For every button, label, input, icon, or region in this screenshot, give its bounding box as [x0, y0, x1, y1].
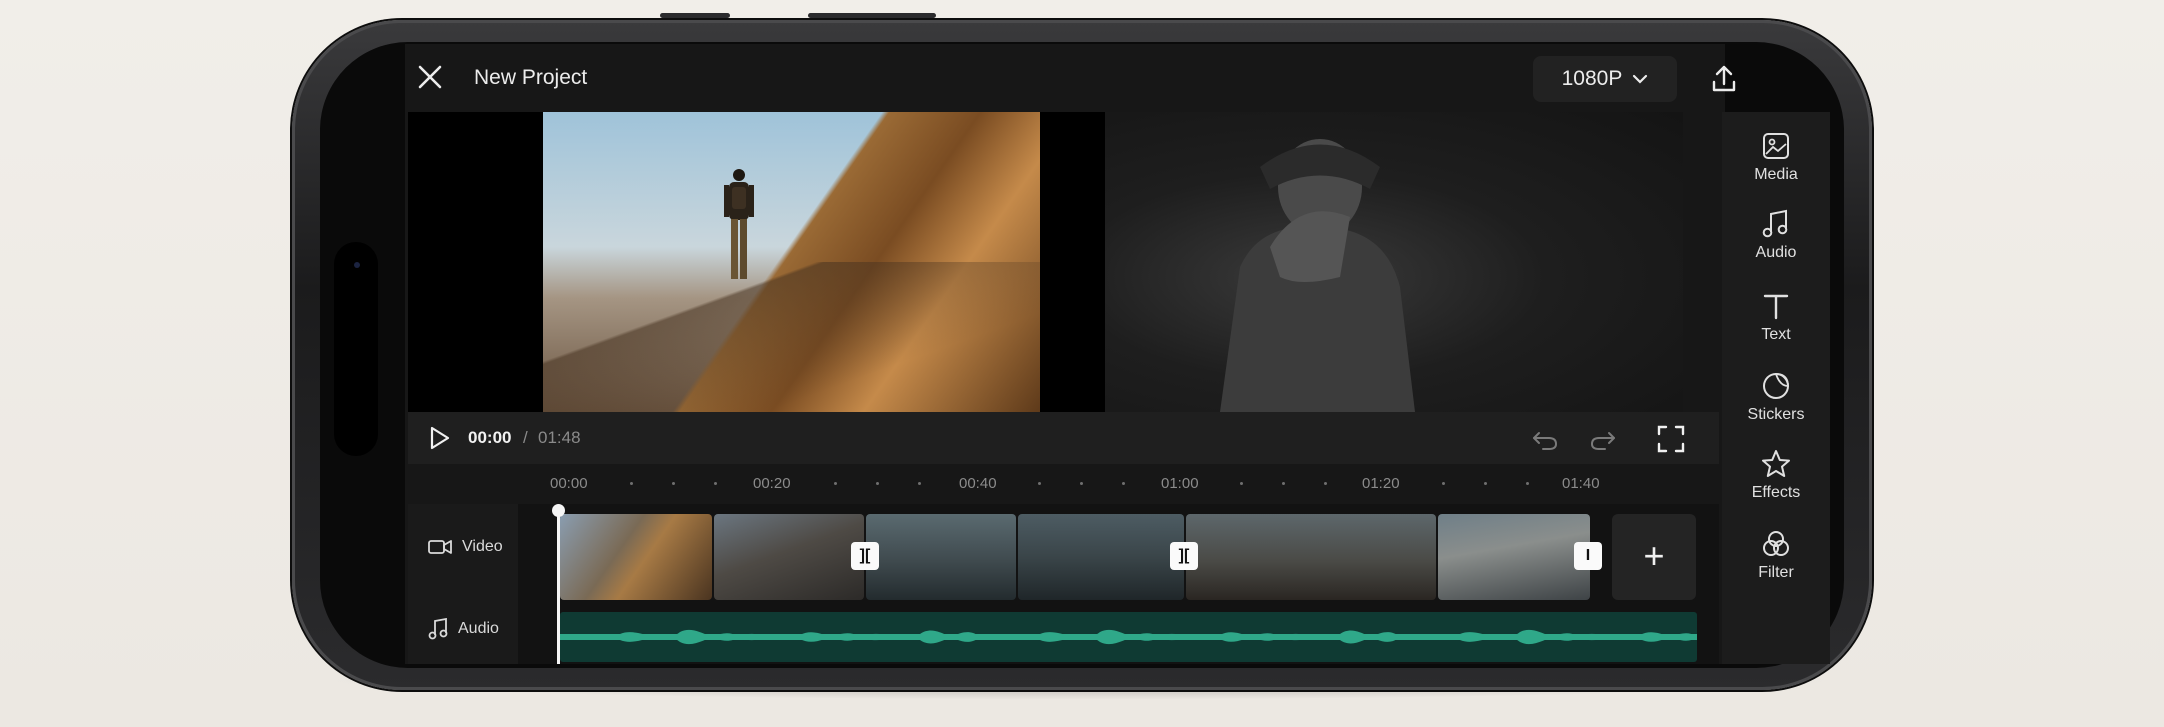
ruler-tick: 01:20 [1362, 475, 1400, 492]
play-button[interactable] [426, 425, 452, 451]
ruler-dot [1526, 482, 1529, 485]
filter-icon [1763, 531, 1789, 556]
video-clip-4[interactable] [1018, 514, 1184, 600]
video-clip-3[interactable] [866, 514, 1016, 600]
transition-button[interactable]: I [1574, 542, 1602, 570]
undo-button[interactable] [1530, 424, 1560, 454]
video-clip-6[interactable] [1438, 514, 1590, 600]
top-bar: New Project 1080P [405, 44, 1736, 112]
ruler-dot [1240, 482, 1243, 485]
ruler-dot [630, 482, 633, 485]
transition-button[interactable]: ][ [851, 542, 879, 570]
video-camera-icon [428, 540, 452, 554]
audio-label-text: Audio [458, 620, 499, 637]
ruler-dot [672, 482, 675, 485]
tool-label: Effects [1751, 484, 1801, 501]
ruler-dot [714, 482, 717, 485]
ruler-dot [1038, 482, 1041, 485]
time-separator: / [523, 428, 528, 447]
ruler-dot [1442, 482, 1445, 485]
ruler-dot [1484, 482, 1487, 485]
ruler-dot [1282, 482, 1285, 485]
tool-label: Media [1754, 166, 1798, 183]
track-labels: Video Audio [408, 504, 518, 664]
waveform-graphic [560, 629, 1697, 645]
close-icon [418, 65, 442, 89]
preview-clip-dark-portrait [1105, 112, 1683, 412]
ruler-dot [834, 482, 837, 485]
ruler-dot [1080, 482, 1083, 485]
mountain-ridge [543, 262, 1040, 412]
redo-icon [1590, 432, 1615, 450]
audio-track-label: Audio [428, 618, 499, 640]
time-ruler[interactable]: 00:00 00:20 00:40 01:00 01:20 01:40 [408, 464, 1719, 504]
playback-controls: 00:00 / 01:48 [408, 412, 1719, 464]
fullscreen-icon [1657, 425, 1685, 453]
play-icon [430, 426, 450, 450]
video-label-text: Video [462, 538, 503, 555]
ruler-tick: 00:20 [753, 475, 791, 492]
tool-stickers[interactable]: Stickers [1722, 364, 1830, 434]
transition-button[interactable]: ][ [1170, 542, 1198, 570]
redo-button[interactable] [1588, 424, 1618, 454]
video-preview[interactable] [408, 112, 1683, 412]
tool-effects[interactable]: Effects [1722, 442, 1830, 512]
video-editor-app: New Project 1080P 00:00 / 01:48 00:00 00… [405, 44, 1830, 664]
fullscreen-button[interactable] [1656, 424, 1686, 454]
tool-audio[interactable]: Audio [1722, 202, 1830, 272]
tool-media[interactable]: Media [1722, 124, 1830, 194]
video-clip-2[interactable] [714, 514, 864, 600]
tools-panel: Media Audio Text Stickers Effects Filter [1722, 112, 1830, 664]
resolution-dropdown[interactable]: 1080P [1533, 56, 1677, 102]
text-icon [1763, 294, 1789, 320]
tool-label: Text [1761, 326, 1791, 343]
playhead-handle[interactable] [552, 504, 565, 517]
video-clip-5[interactable] [1186, 514, 1436, 600]
power-button [808, 13, 936, 18]
star-icon [1762, 450, 1790, 477]
upload-icon [1712, 65, 1736, 92]
add-clip-button[interactable]: + [1612, 514, 1696, 600]
music-note-icon [428, 618, 448, 640]
ruler-dot [876, 482, 879, 485]
chevron-down-icon [1633, 74, 1648, 84]
tool-label: Stickers [1747, 406, 1805, 423]
project-title: New Project [474, 66, 588, 89]
tool-label: Filter [1758, 564, 1794, 581]
tool-text[interactable]: Text [1722, 284, 1830, 354]
undo-icon [1533, 432, 1558, 450]
dynamic-island [334, 242, 378, 456]
ruler-tick: 00:00 [550, 475, 588, 492]
playhead[interactable] [557, 510, 560, 664]
ruler-tick: 01:00 [1161, 475, 1199, 492]
camera-dot [354, 262, 360, 268]
close-button[interactable] [415, 62, 445, 92]
total-duration: 01:48 [538, 428, 581, 447]
ruler-dot [918, 482, 921, 485]
video-track-label: Video [428, 538, 503, 556]
preview-clip-mountain [543, 112, 1040, 412]
volume-button [660, 13, 730, 18]
sticker-icon [1763, 373, 1789, 399]
person-silhouette [1220, 139, 1415, 412]
music-note-icon [1762, 209, 1788, 238]
tool-label: Audio [1755, 244, 1797, 261]
current-time: 00:00 [468, 428, 512, 447]
audio-waveform[interactable] [560, 612, 1697, 662]
ruler-tick: 00:40 [959, 475, 997, 492]
ruler-dot [1324, 482, 1327, 485]
tool-filter[interactable]: Filter [1722, 522, 1830, 592]
resolution-value: 1080P [1561, 67, 1623, 90]
media-icon [1763, 133, 1789, 159]
ruler-dot [1122, 482, 1125, 485]
export-button[interactable] [1707, 62, 1741, 96]
video-clip-1[interactable] [560, 514, 712, 600]
timeline: Video Audio ][ ][ I + [408, 504, 1719, 664]
ruler-tick: 01:40 [1562, 475, 1600, 492]
hiker-figure [724, 169, 754, 279]
video-clip-strip: ][ ][ I [560, 514, 1602, 600]
